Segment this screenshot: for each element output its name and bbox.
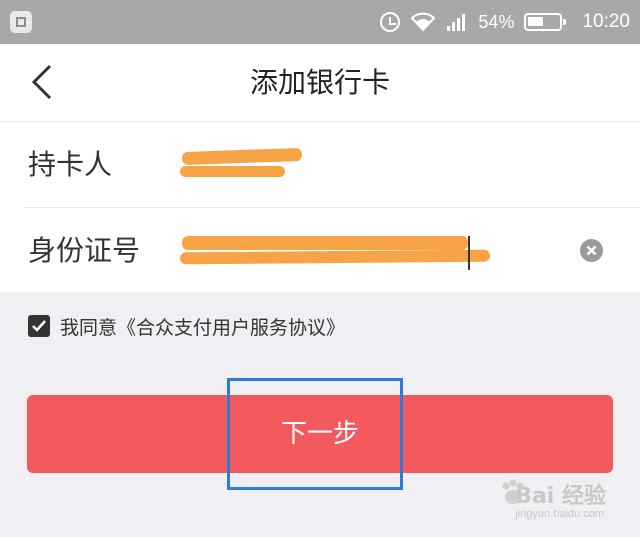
battery-fill [528,17,544,26]
battery-percent: 54% [478,11,515,32]
agreement-row: 我同意《合众支付用户服务协议》 [28,313,345,339]
cardholder-label: 持卡人 [28,148,113,181]
redaction-mark [180,166,285,177]
agreement-text[interactable]: 我同意《合众支付用户服务协议》 [60,313,345,340]
alarm-icon [380,12,401,32]
id-number-label: 身份证号 [28,234,141,267]
agreement-checkbox[interactable] [28,315,50,337]
watermark-url: jingyan.baidu.com [515,508,604,520]
battery-icon [524,13,567,31]
checkmark-icon [32,320,46,332]
redaction-mark [182,236,468,250]
cardholder-row: 持卡人 [0,122,640,207]
page-title: 添加银行卡 [249,66,390,99]
text-cursor [468,236,470,270]
clock: 10:20 [582,11,630,32]
signal-icon [447,14,466,31]
watermark-brand: Bai 经验 [515,484,606,509]
status-icons: 54% 10:20 [380,0,630,44]
cardholder-field[interactable] [180,122,480,207]
navigation-bar: 添加银行卡 [0,44,640,122]
wifi-icon [411,12,436,32]
clear-icon[interactable] [580,239,603,262]
id-number-row: 身份证号 [24,207,640,292]
next-step-button[interactable]: 下一步 [27,395,613,473]
app-notification-icon [10,11,32,33]
status-bar: 54% 10:20 [0,0,640,44]
bank-card-form: 持卡人 身份证号 [0,122,640,292]
